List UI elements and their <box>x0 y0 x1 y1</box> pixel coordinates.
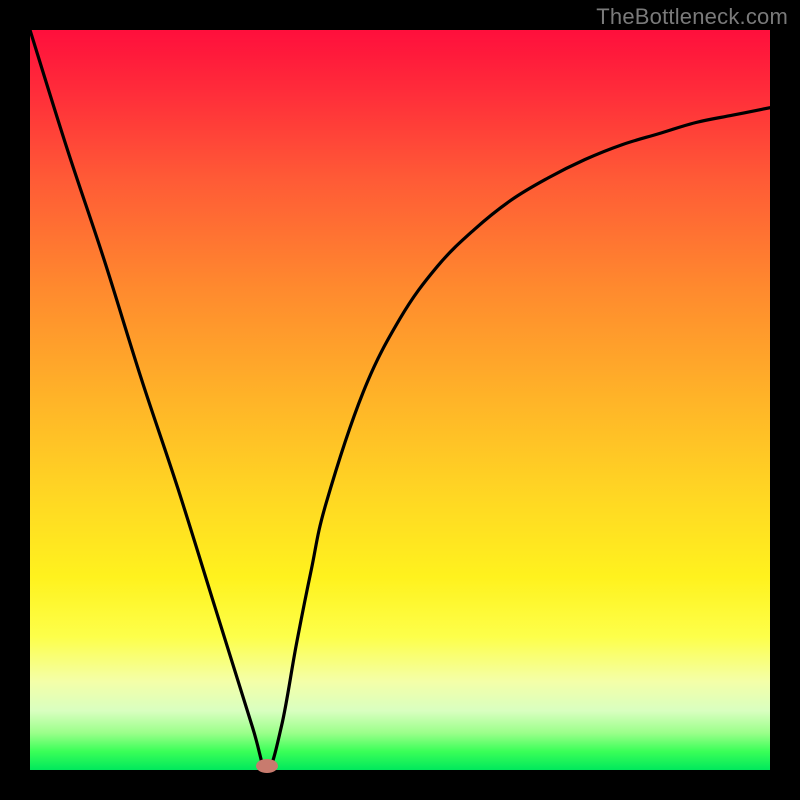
watermark-text: TheBottleneck.com <box>596 4 788 30</box>
chart-frame: TheBottleneck.com <box>0 0 800 800</box>
optimal-point-marker <box>256 759 278 773</box>
bottleneck-curve <box>30 30 770 770</box>
curve-svg <box>30 30 770 770</box>
plot-area <box>30 30 770 770</box>
